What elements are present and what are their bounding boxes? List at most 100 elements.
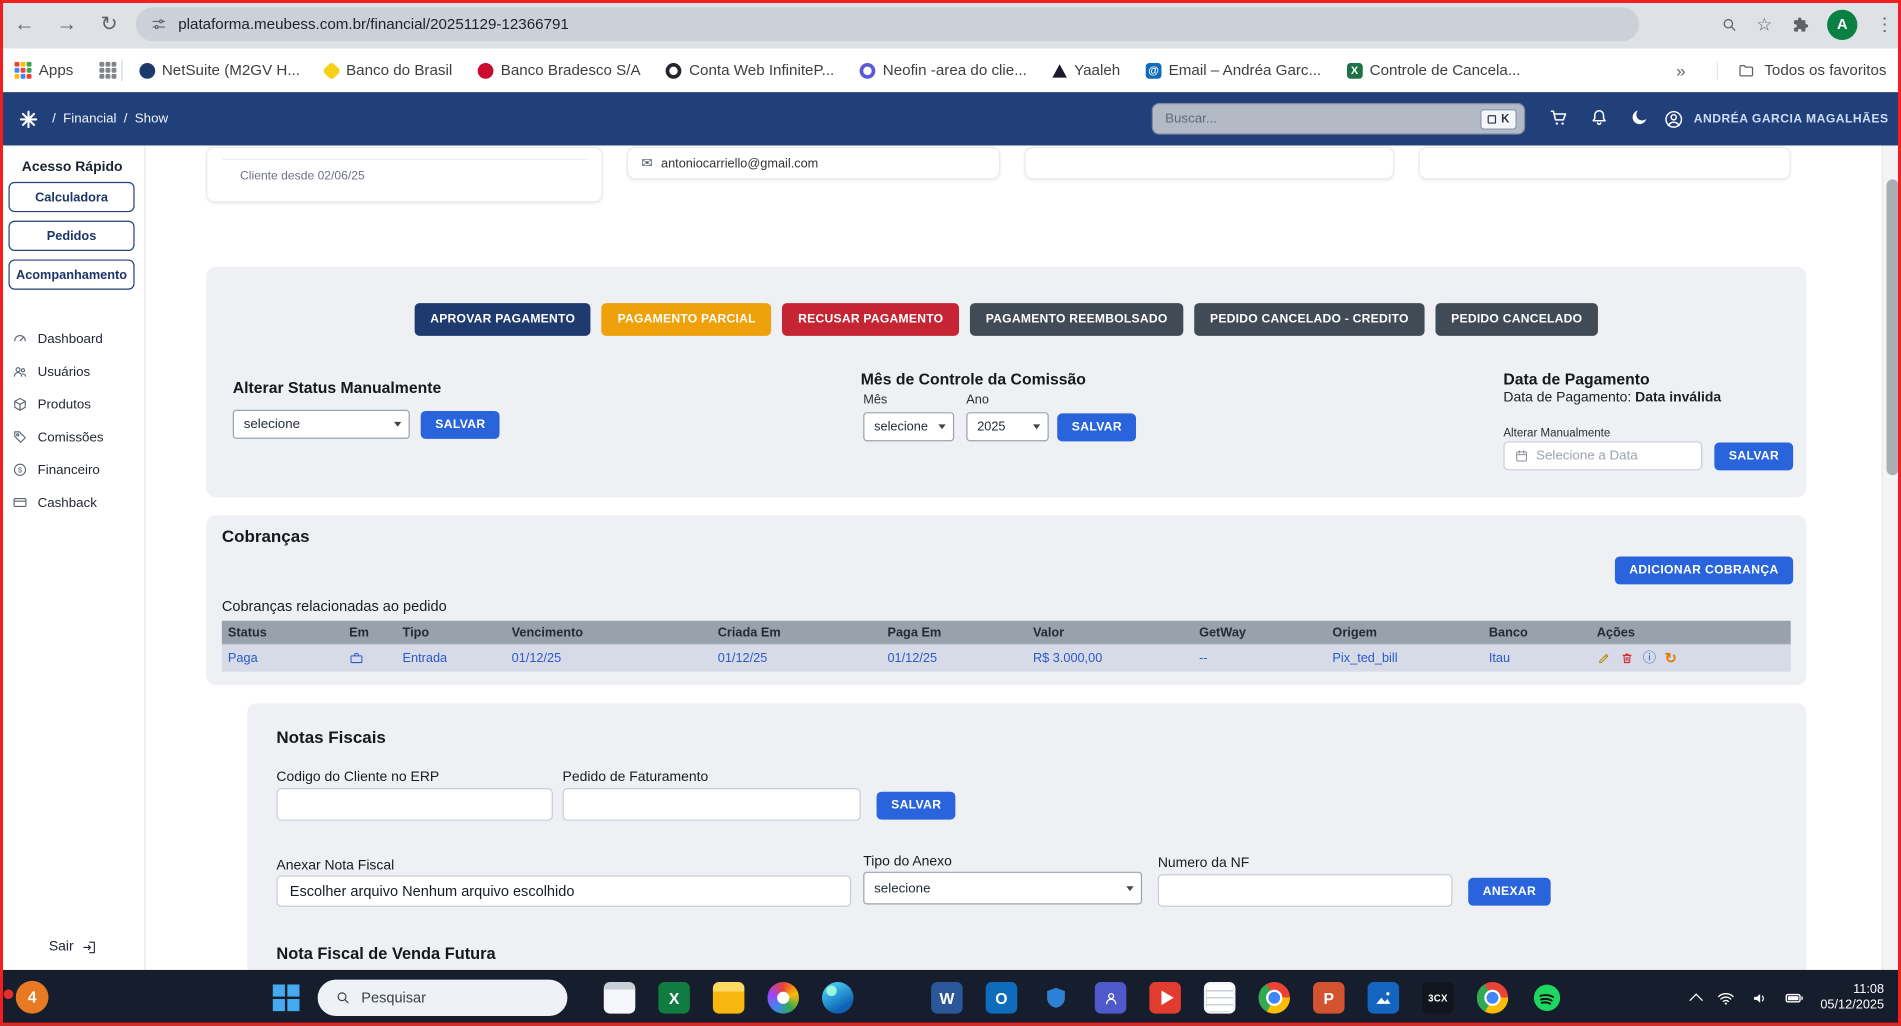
tray-chevron-up-icon[interactable] (1690, 993, 1704, 1007)
site-settings-icon[interactable] (150, 16, 167, 33)
billing-order-input[interactable] (563, 788, 861, 821)
file-input[interactable]: Escolher arquivo Nenhum arquivo escolhid… (276, 875, 851, 907)
taskbar-icon-photos[interactable] (1368, 982, 1400, 1014)
volume-icon[interactable] (1751, 989, 1769, 1007)
taskbar-clock[interactable]: 11:08 05/12/2025 (1820, 982, 1884, 1014)
attach-button[interactable]: ANEXAR (1468, 878, 1550, 906)
month-select[interactable]: selecione (863, 412, 954, 441)
taskbar-icon-word[interactable]: W (931, 982, 963, 1014)
bookmarks-overflow-chevron[interactable]: » (1676, 61, 1685, 80)
all-favorites[interactable]: Todos os favoritos (1717, 61, 1886, 79)
bookmark-neofin[interactable]: Neofin -area do clie... (860, 62, 1027, 79)
dashboard-gauge-icon (12, 331, 28, 347)
bookmark-yaaleh[interactable]: Yaaleh (1052, 62, 1120, 79)
battery-icon[interactable] (1785, 988, 1804, 1007)
zoom-icon[interactable] (1720, 15, 1738, 33)
logout-button[interactable]: Sair (0, 931, 145, 963)
page-scrollbar[interactable] (1882, 145, 1901, 969)
sidebar-button-calculadora[interactable]: Calculadora (8, 182, 134, 212)
apps-shortcut[interactable]: Apps (15, 62, 74, 79)
refuse-payment-button[interactable]: RECUSAR PAGAMENTO (782, 303, 959, 336)
nf-number-input[interactable] (1158, 874, 1453, 907)
bookmark-banco-do-brasil[interactable]: Banco do Brasil (325, 62, 452, 79)
info-icon[interactable]: ⓘ (1643, 652, 1656, 665)
sidebar-item-financeiro[interactable]: $ Financeiro (0, 453, 145, 486)
bookmark-star-icon[interactable]: ☆ (1756, 15, 1772, 33)
taskbar-icon-chrome[interactable] (1258, 982, 1290, 1014)
approve-payment-button[interactable]: APROVAR PAGAMENTO (414, 303, 590, 336)
status-save-button[interactable]: SALVAR (421, 410, 500, 438)
taskbar-icon-teams[interactable] (1095, 982, 1127, 1014)
sidebar-item-comissoes[interactable]: Comissões (0, 421, 145, 454)
taskbar-icon-powerpoint[interactable]: P (1313, 982, 1345, 1014)
year-select[interactable]: 2025 (966, 412, 1048, 441)
browser-profile-avatar[interactable]: A (1827, 9, 1857, 39)
global-search-input[interactable] (1165, 112, 1480, 127)
cell-getway: -- (1193, 645, 1326, 672)
taskbar-icon-red-app[interactable] (1149, 982, 1181, 1014)
bookmark-conta-web[interactable]: Conta Web InfiniteP... (666, 62, 834, 79)
taskbar-icon-edge[interactable] (822, 982, 854, 1014)
reload-icon[interactable]: ↻ (91, 6, 127, 42)
app-logo-icon[interactable] (17, 107, 40, 130)
sidebar-item-cashback[interactable]: Cashback (0, 486, 145, 519)
taskbar-icon-chrome-2[interactable] (1477, 982, 1509, 1014)
taskbar-icon-windows-security[interactable] (1040, 982, 1072, 1014)
date-picker-input[interactable]: Selecione a Data (1503, 441, 1702, 470)
notifications-bell-icon[interactable] (1588, 107, 1610, 129)
global-search[interactable]: K (1152, 103, 1525, 135)
refunded-payment-button[interactable]: PAGAMENTO REEMBOLSADO (970, 303, 1183, 336)
extensions-icon[interactable] (1791, 15, 1809, 33)
delete-trash-icon[interactable] (1620, 651, 1635, 666)
address-bar[interactable]: plataforma.meubess.com.br/financial/2025… (136, 7, 1639, 41)
bookmark-bradesco[interactable]: Banco Bradesco S/A (478, 62, 641, 79)
back-icon[interactable]: ← (6, 6, 42, 42)
breadcrumb-show[interactable]: Show (135, 112, 168, 127)
sidebar-item-usuarios[interactable]: Usuários (0, 355, 145, 388)
taskbar-icon-notepad[interactable] (1204, 982, 1236, 1014)
browser-menu-icon[interactable]: ⋮ (1876, 15, 1894, 33)
sidebar-item-dashboard[interactable]: Dashboard (0, 322, 145, 355)
taskbar-icon-color-wheel[interactable] (767, 982, 799, 1014)
invoices-save-button[interactable]: SALVAR (877, 792, 956, 820)
cell-valor: R$ 3.000,00 (1027, 645, 1193, 672)
notification-badge[interactable]: 4 (16, 981, 49, 1014)
bookmark-controle[interactable]: XControle de Cancela... (1347, 62, 1521, 79)
sidebar-item-produtos[interactable]: Produtos (0, 388, 145, 421)
bookmark-email[interactable]: @Email – Andréa Garc... (1146, 62, 1322, 79)
apps-launcher[interactable] (99, 62, 116, 79)
cancelled-credit-button[interactable]: PEDIDO CANCELADO - CREDITO (1194, 303, 1424, 336)
taskbar-icon-outlook[interactable]: O (986, 982, 1018, 1014)
breadcrumb-financial[interactable]: Financial (63, 112, 116, 127)
taskbar-icon-spotify[interactable] (1531, 982, 1563, 1014)
sidebar-button-pedidos[interactable]: Pedidos (8, 221, 134, 251)
taskbar-icon-window[interactable] (604, 982, 636, 1014)
taskbar-icon-3cx[interactable]: 3CX (1422, 982, 1454, 1014)
user-menu[interactable]: ANDRÉA GARCIA MAGALHÃES (1663, 92, 1888, 145)
info-card (1419, 147, 1791, 180)
attachment-type-select[interactable]: selecione (863, 872, 1142, 905)
wifi-icon[interactable] (1717, 989, 1735, 1007)
scrollbar-thumb[interactable] (1886, 179, 1898, 475)
forward-icon[interactable]: → (48, 6, 84, 42)
sidebar-button-acompanhamento[interactable]: Acompanhamento (8, 259, 134, 289)
dark-mode-moon-icon[interactable] (1629, 107, 1650, 128)
partial-payment-button[interactable]: PAGAMENTO PARCIAL (602, 303, 772, 336)
bookmark-netsuite[interactable]: NetSuite (M2GV H... (139, 62, 300, 79)
taskbar-icon-excel[interactable]: X (658, 982, 690, 1014)
cart-icon[interactable] (1548, 107, 1570, 129)
date-save-button[interactable]: SALVAR (1714, 443, 1793, 471)
refresh-icon[interactable]: ↻ (1665, 651, 1677, 666)
add-charge-button[interactable]: ADICIONAR COBRANÇA (1615, 556, 1793, 584)
start-button-icon[interactable] (273, 984, 300, 1011)
taskbar-icon-microsoft-365[interactable] (877, 982, 909, 1014)
cancelled-button[interactable]: PEDIDO CANCELADO (1435, 303, 1598, 336)
taskbar-search[interactable]: Pesquisar (318, 980, 568, 1016)
commission-save-button[interactable]: SALVAR (1057, 413, 1136, 441)
edit-pencil-icon[interactable] (1597, 651, 1612, 666)
month-label: Mês (863, 393, 887, 408)
manual-status-title: Alterar Status Manualmente (233, 378, 500, 396)
taskbar-icon-file-explorer[interactable] (713, 982, 745, 1014)
status-select[interactable]: selecione (233, 410, 410, 439)
erp-code-input[interactable] (276, 788, 552, 821)
